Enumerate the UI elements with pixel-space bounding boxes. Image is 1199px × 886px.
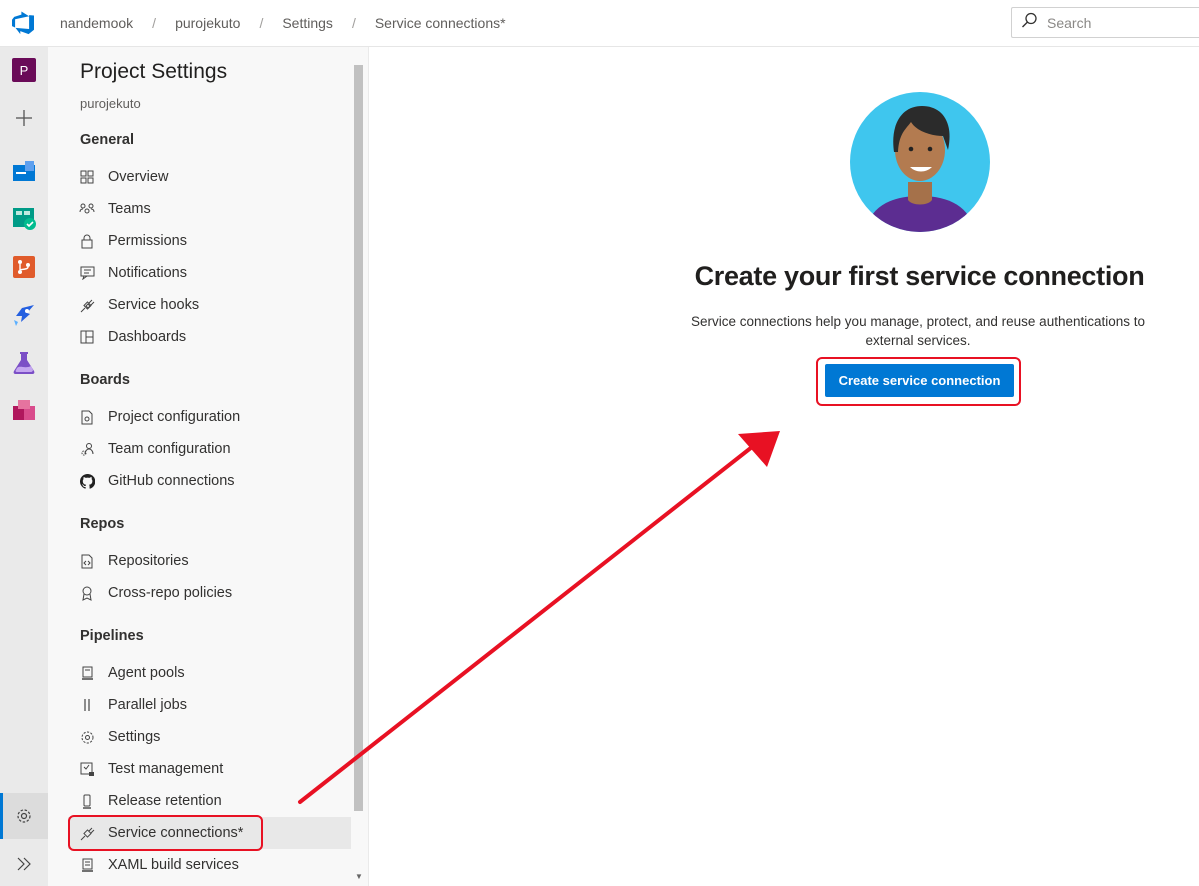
team-settings-icon [79,441,95,457]
sidebar-item-label: Cross-repo policies [108,585,233,601]
build-icon [79,857,95,873]
sidebar-item-dashboards[interactable]: Dashboards [68,321,351,353]
scroll-down-arrow-icon[interactable]: ▼ [353,872,365,884]
sidebar-item-teams[interactable]: Teams [68,193,351,225]
sidebar-title: Project Settings [80,60,228,83]
dashboard-icon [79,329,95,345]
artifacts-icon[interactable] [12,399,36,423]
breadcrumb-project[interactable]: purojekuto [175,15,240,31]
sidebar-item-service-hooks[interactable]: Service hooks [68,289,351,321]
group-boards: Boards [80,372,130,388]
sidebar-item-label: Settings [108,729,161,745]
boards-icon[interactable] [12,206,36,230]
sidebar-item-label: Notifications [108,265,187,281]
page-description: Service connections help you manage, pro… [690,314,1146,348]
project-name: purojekuto [80,96,141,111]
sidebar-item-label: Permissions [108,233,187,249]
overview-icon[interactable] [12,159,36,183]
breadcrumb-settings[interactable]: Settings [282,15,333,31]
overview-icon [79,169,95,185]
sidebar-item-label: Dashboards [108,329,187,345]
sidebar-item-xaml-build-services[interactable]: XAML build services [68,849,351,881]
breadcrumb: nandemook / purojekuto / Settings / Serv… [60,15,506,31]
breadcrumb-current-page[interactable]: Service connections* [375,15,506,31]
sidebar-item-team-configuration[interactable]: Team configuration [68,433,351,465]
notification-icon [79,265,95,281]
project-avatar[interactable]: P [12,58,36,82]
sidebar-item-label: Release retention [108,793,222,809]
breadcrumb-organization[interactable]: nandemook [60,15,133,31]
sidebar-item-label: XAML build services [108,857,239,873]
sidebar-item-label: GitHub connections [108,473,235,489]
expand-icon[interactable] [12,852,36,876]
project-settings-icon[interactable] [12,804,36,828]
parallel-icon [79,697,95,713]
group-pipelines: Pipelines [80,628,144,644]
sidebar-item-label: Project configuration [108,409,241,425]
breadcrumb-separator: / [152,15,157,31]
sidebar-item-permissions[interactable]: Permissions [68,225,351,257]
sidebar-item-label: Teams [108,201,151,217]
sidebar-item-project-configuration[interactable]: Project configuration [68,401,351,433]
sidebar-item-release-retention[interactable]: Release retention [68,785,351,817]
sidebar-item-github-connections[interactable]: GitHub connections [68,465,351,497]
sidebar-item-label: Parallel jobs [108,697,187,713]
test-plans-icon[interactable] [12,351,36,375]
sidebar-item-repositories[interactable]: Repositories [68,545,351,577]
breadcrumb-separator: / [351,15,356,31]
test-icon [79,761,95,777]
policy-icon [79,585,95,601]
sidebar-item-settings[interactable]: Settings [68,721,351,753]
annotation-highlight-button [816,357,1021,406]
lock-icon [79,233,95,249]
page-heading: Create your first service connection [694,261,1145,291]
sidebar-item-overview[interactable]: Overview [68,161,351,193]
main-content: Create your first service connection Ser… [369,47,1199,886]
sidebar-item-label: Service hooks [108,297,200,313]
breadcrumb-separator: / [259,15,264,31]
azure-devops-logo-icon[interactable] [12,11,36,35]
repo-icon [79,553,95,569]
group-general: General [80,132,134,148]
sidebar-item-label: Team configuration [108,441,231,457]
group-repos: Repos [80,516,125,532]
search-input[interactable] [1047,14,1187,31]
left-navigation-rail: P [0,47,48,886]
search-icon [1021,12,1038,34]
repos-icon[interactable] [12,255,36,279]
sidebar-item-notifications[interactable]: Notifications [68,257,351,289]
person-illustration-icon [850,92,990,232]
pipelines-icon[interactable] [12,304,36,328]
project-initial: P [12,58,36,82]
sidebar-item-agent-pools[interactable]: Agent pools [68,657,351,689]
sidebar-item-label: Agent pools [108,665,185,681]
project-settings-sidebar: Project Settings purojekuto General Over… [48,47,369,886]
new-icon[interactable] [12,106,36,130]
active-indicator [0,793,3,839]
scrollbar-thumb[interactable] [354,65,363,811]
phone-icon [79,793,95,809]
sidebar-item-label: Overview [108,169,169,185]
gear-icon [79,729,95,745]
sidebar-item-parallel-jobs[interactable]: Parallel jobs [68,689,351,721]
teams-icon [79,201,95,217]
sidebar-item-test-management[interactable]: Test management [68,753,351,785]
top-bar: nandemook / purojekuto / Settings / Serv… [0,0,1199,47]
plug-icon [79,297,95,313]
search-box[interactable] [1011,7,1199,38]
sidebar-item-label: Test management [108,761,224,777]
sidebar-scrollbar[interactable] [353,62,363,872]
agent-pool-icon [79,665,95,681]
annotation-highlight-nav-item [68,815,263,851]
github-icon [79,473,95,489]
document-settings-icon [79,409,95,425]
sidebar-item-cross-repo-policies[interactable]: Cross-repo policies [68,577,351,609]
sidebar-item-label: Repositories [108,553,189,569]
